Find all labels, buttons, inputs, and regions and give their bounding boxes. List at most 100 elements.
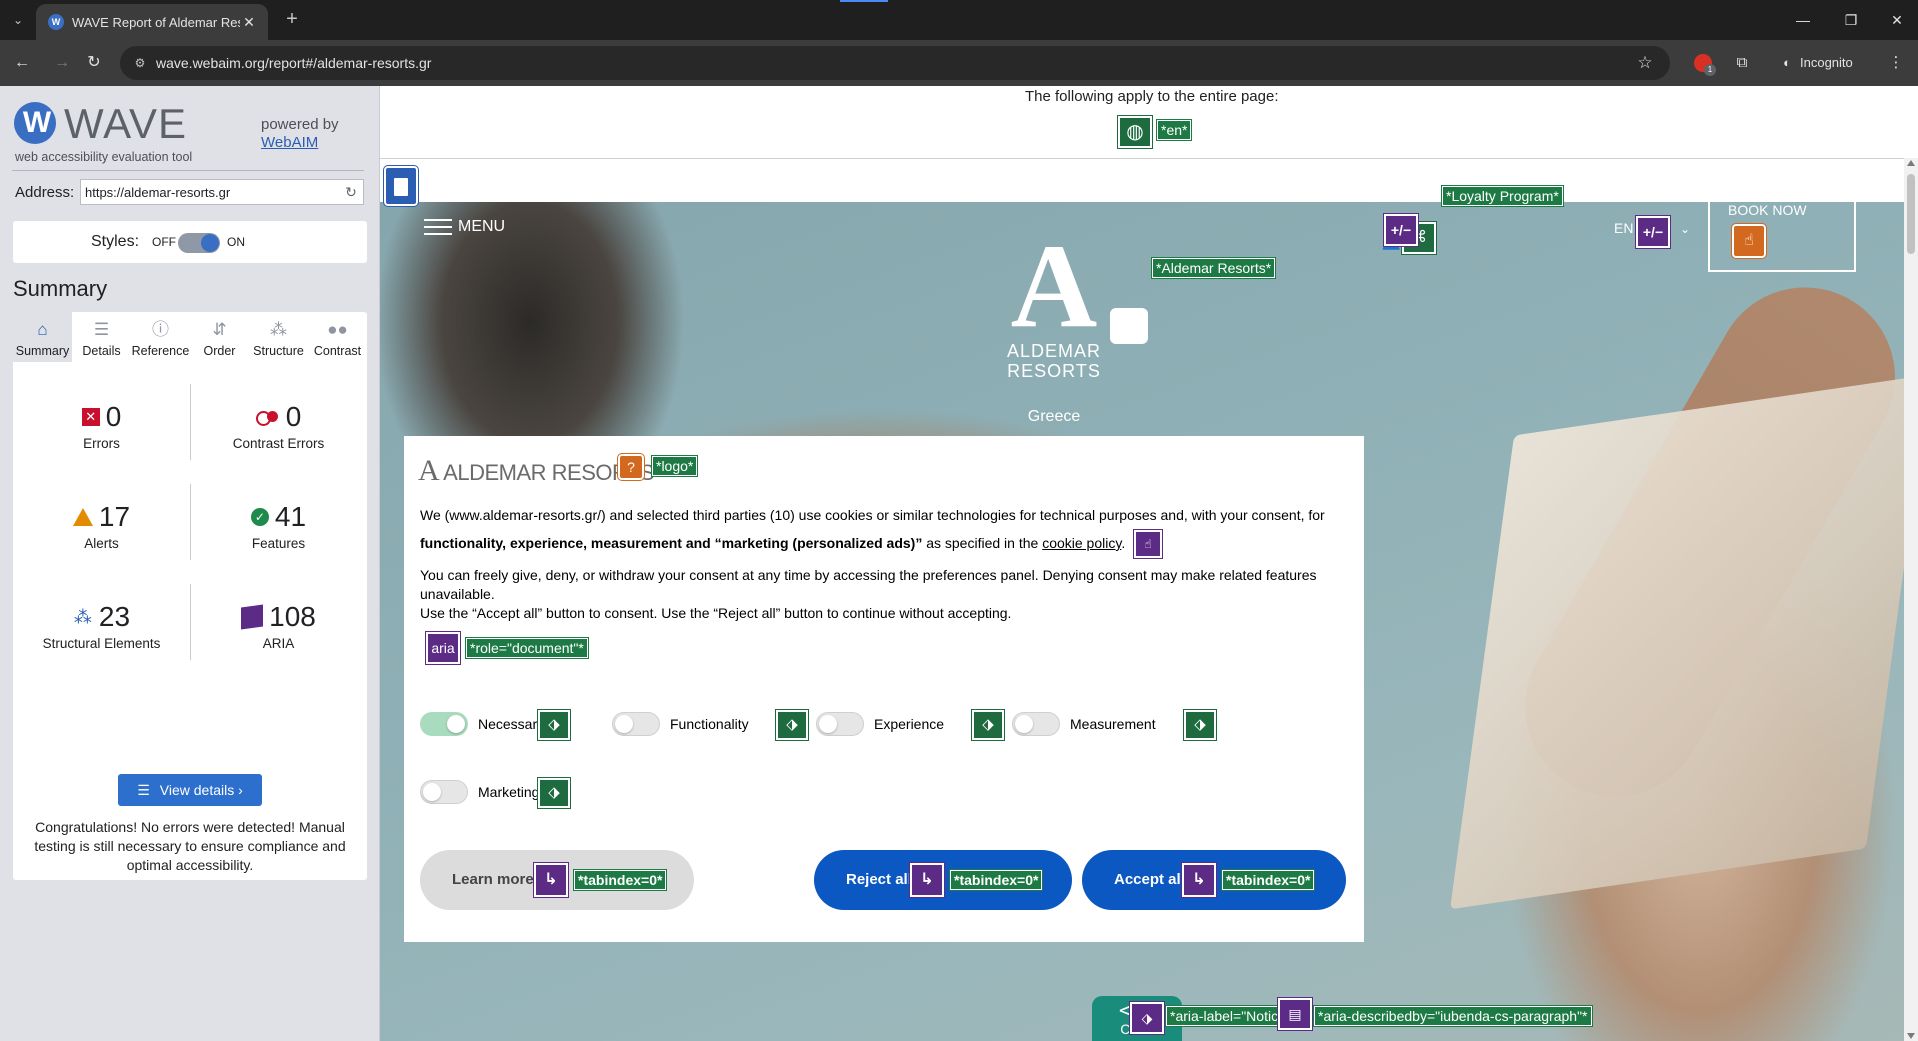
tab-label: Structure <box>253 344 304 358</box>
stat-alerts[interactable]: 17 Alerts <box>13 502 190 551</box>
styles-label: Styles: <box>91 233 140 250</box>
forward-arrow-icon[interactable]: → <box>50 51 74 75</box>
window-close-icon[interactable]: ✕ <box>1882 8 1912 32</box>
brand-subtitle: Greece <box>1027 408 1081 425</box>
minimize-icon[interactable]: — <box>1788 8 1818 32</box>
brand-alt-tag: *Aldemar Resorts* <box>1150 257 1277 279</box>
scroll-up-arrow-icon[interactable] <box>1907 160 1915 166</box>
menu-label: MENU <box>458 218 506 236</box>
reject-all-button[interactable]: Reject all ↳ *tabindex=0* <box>814 850 1072 910</box>
cookie-policy-link[interactable]: cookie policy <box>1042 535 1121 551</box>
cookie-text-3: You can freely give, deny, or withdraw y… <box>420 567 1317 602</box>
reload-icon[interactable]: ↻ <box>82 51 106 75</box>
tag-icon: ⬗ <box>775 709 809 741</box>
tab-details[interactable]: ☰ Details <box>72 312 131 362</box>
toggle-label: Measurement <box>1070 716 1156 732</box>
summary-panel: ⌂ Summary ☰ Details ⓘ Reference ⇵ Order … <box>13 312 367 880</box>
tab-structure[interactable]: ⁂ Structure <box>249 312 308 362</box>
incognito-indicator[interactable]: ◐ Incognito <box>1778 51 1853 75</box>
stat-aria[interactable]: 108 ARIA <box>190 602 367 651</box>
scroll-down-arrow-icon[interactable] <box>1907 1033 1915 1039</box>
tab-label: Contrast <box>313 344 362 358</box>
error-x-icon: ✕ <box>81 408 100 426</box>
webaim-link[interactable]: WebAIM <box>261 134 339 152</box>
learn-more-button[interactable]: Learn more ↳ *tabindex=0* <box>420 850 694 910</box>
brand-name-line1: ALDEMAR <box>1006 341 1102 361</box>
loyalty-tag: *Loyalty Program* <box>1441 185 1564 207</box>
back-arrow-icon[interactable]: ← <box>10 51 34 75</box>
wave-sidebar: W WAVE web accessibility evaluation tool… <box>0 86 380 1041</box>
alert-button-icon: ☝ <box>1731 223 1767 259</box>
address-reload-icon[interactable]: ↻ <box>342 183 360 201</box>
accept-all-label: Accept all <box>1114 871 1185 888</box>
tab-order[interactable]: ⇵ Order <box>190 312 249 362</box>
toggle-switch[interactable] <box>612 712 660 736</box>
menu-button[interactable]: MENU <box>424 214 505 240</box>
restore-icon[interactable]: ❐ <box>1836 8 1866 32</box>
tab-reference[interactable]: ⓘ Reference <box>131 312 190 362</box>
toggle-switch[interactable] <box>816 712 864 736</box>
styles-toggle[interactable] <box>178 233 220 253</box>
toggle-label: Experience <box>874 716 945 732</box>
aria-role-icon: aria <box>425 631 461 665</box>
cookie-buttons: Learn more ↳ *tabindex=0* Reject all ↳ *… <box>420 850 1350 910</box>
chevron-down-icon[interactable]: ⌄ <box>1680 222 1690 236</box>
accept-all-button[interactable]: Accept all ↳ *tabindex=0* <box>1082 850 1346 910</box>
toggle-switch[interactable] <box>1012 712 1060 736</box>
browser-tabbar: ⌄ W WAVE Report of Aldemar Resor ✕ + — ❐… <box>0 0 1918 40</box>
view-details-button[interactable]: ☰ View details › <box>118 774 262 806</box>
tag-icon: ⬗ <box>537 709 571 741</box>
page-viewport: The following apply to the entire page: … <box>380 86 1918 1041</box>
toggle-switch[interactable] <box>420 780 468 804</box>
cookie-logo-a: A <box>418 454 440 487</box>
features-label: Features <box>251 536 306 551</box>
language-en[interactable]: EN <box>1614 220 1633 236</box>
extension-badge: 1 <box>1704 64 1716 76</box>
contrast-error-icon <box>255 410 280 426</box>
stat-errors[interactable]: ✕ 0 Errors <box>13 402 190 451</box>
tab-summary[interactable]: ⌂ Summary <box>13 312 72 362</box>
tab-label: Details <box>82 344 121 358</box>
extensions-puzzle-icon[interactable]: ⧉ <box>1730 51 1754 75</box>
site-info-icon[interactable]: ⚙ <box>132 55 148 71</box>
language-globe-icon[interactable]: ◍ <box>1117 115 1153 149</box>
features-count: 41 <box>274 501 307 532</box>
reject-all-label: Reject all <box>846 871 912 888</box>
order-icon: ⇵ <box>212 320 227 339</box>
bookmark-star-icon[interactable]: ☆ <box>1634 52 1656 74</box>
home-icon: ⌂ <box>37 320 48 339</box>
close-icon[interactable]: ✕ <box>240 13 258 31</box>
page-scrollbar[interactable] <box>1904 158 1918 1041</box>
alert-question-icon: ? <box>617 453 645 481</box>
wave-document-icon[interactable] <box>383 165 419 207</box>
new-tab-plus-icon[interactable]: + <box>280 8 304 32</box>
address-bar-url[interactable]: wave.webaim.org/report#/aldemar-resorts.… <box>156 55 431 71</box>
tabindex-tag: *tabindex=0* <box>948 869 1044 891</box>
stat-structural[interactable]: ⁂ 23 Structural Elements <box>13 602 190 652</box>
brand-logo[interactable]: A ALDEMAR RESORTS <box>1002 226 1106 391</box>
cookie-text-1: We (www.aldemar-resorts.gr/) and selecte… <box>420 507 1325 523</box>
stat-features[interactable]: ✓ 41 Features <box>190 502 367 551</box>
stat-contrast-errors[interactable]: 0 Contrast Errors <box>190 402 367 452</box>
alerts-label: Alerts <box>84 536 119 551</box>
browser-tab-active[interactable]: W WAVE Report of Aldemar Resor ✕ <box>36 4 268 40</box>
address-bar[interactable]: ⚙ wave.webaim.org/report#/aldemar-resort… <box>120 46 1670 80</box>
styles-on-label: ON <box>227 235 245 249</box>
view-details-label: View details › <box>159 782 243 798</box>
tabindex-tag: *tabindex=0* <box>572 869 668 891</box>
address-input[interactable] <box>80 179 364 205</box>
scrollbar-thumb[interactable] <box>1907 174 1915 254</box>
aria-label: ARIA <box>262 636 295 651</box>
toggle-switch[interactable] <box>420 712 468 736</box>
tab-list-chevron-icon[interactable]: ⌄ <box>6 8 30 32</box>
tab-label: Summary <box>15 344 70 358</box>
aria-count: 108 <box>269 601 316 632</box>
tab-contrast[interactable]: ●● Contrast <box>308 312 367 362</box>
book-now-label: BOOK NOW <box>1728 202 1807 218</box>
tag-icon: ⬗ <box>1183 709 1217 741</box>
incognito-icon: ◐ <box>1783 55 1791 70</box>
tabindex-icon: ↳ <box>909 862 945 898</box>
book-now-button[interactable]: BOOK NOW ☝ <box>1708 190 1856 272</box>
aria-plusminus-icon: +/− <box>1383 213 1419 247</box>
browser-menu-kebab-icon[interactable]: ⋮ <box>1884 51 1908 75</box>
